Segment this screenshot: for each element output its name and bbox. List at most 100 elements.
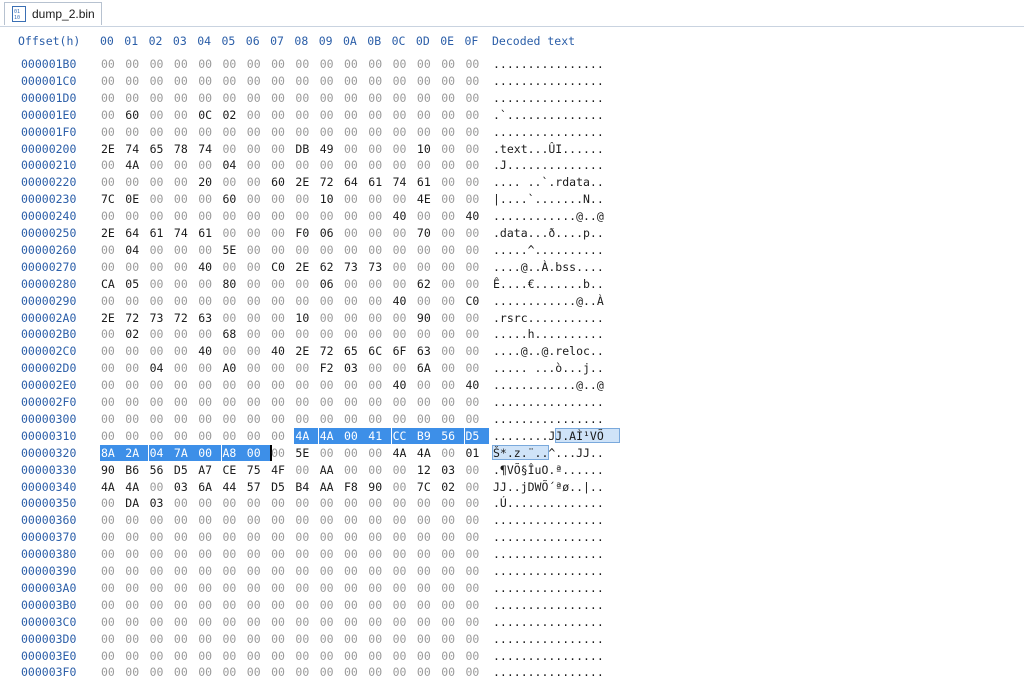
hex-byte[interactable]: 00: [246, 326, 270, 342]
hex-byte[interactable]: 00: [222, 141, 246, 157]
hex-byte[interactable]: 00: [294, 546, 318, 562]
hex-byte[interactable]: 00: [197, 73, 221, 89]
hex-byte[interactable]: 00: [319, 242, 343, 258]
hex-byte[interactable]: 00: [343, 326, 367, 342]
hex-byte[interactable]: 00: [465, 326, 489, 342]
hex-byte[interactable]: 00: [294, 73, 318, 89]
hex-byte[interactable]: 80: [222, 276, 246, 292]
hex-byte[interactable]: 6A: [416, 360, 440, 376]
hex-byte[interactable]: 00: [173, 242, 197, 258]
hex-byte[interactable]: 00: [197, 597, 221, 613]
hex-byte[interactable]: 00: [197, 546, 221, 562]
hex-byte[interactable]: 00: [392, 276, 416, 292]
hex-byte[interactable]: 00: [440, 191, 464, 207]
hex-byte[interactable]: 00: [149, 157, 173, 173]
hex-byte[interactable]: 00: [319, 293, 343, 309]
hex-byte[interactable]: 00: [294, 529, 318, 545]
hex-row[interactable]: 00000260 00 04 00 00 00 5E 00 00 00 00 00 00 00 00 00 00…: [0, 242, 1024, 258]
hex-byte[interactable]: 73: [367, 259, 391, 275]
hex-byte[interactable]: 00: [465, 343, 489, 359]
hex-byte[interactable]: 00: [465, 597, 489, 613]
hex-byte[interactable]: 00: [173, 107, 197, 123]
hex-byte[interactable]: CC: [391, 427, 416, 444]
hex-byte[interactable]: 00: [319, 124, 343, 140]
hex-byte[interactable]: 61: [197, 225, 221, 241]
hex-byte[interactable]: 00: [124, 73, 148, 89]
hex-row[interactable]: 000001C0 00 00 00 00 00 00 00 00 00 00 00 00 00 00 00 00…: [0, 73, 1024, 89]
hex-byte[interactable]: 00: [392, 546, 416, 562]
hex-byte[interactable]: 00: [173, 56, 197, 72]
hex-byte[interactable]: 00: [270, 124, 294, 140]
hex-byte[interactable]: 00: [319, 580, 343, 596]
hex-row[interactable]: 00000280 CA 05 00 00 00 80 00 00 00 06 00 00 00 62 00 00…: [0, 276, 1024, 292]
hex-byte[interactable]: 4E: [416, 191, 440, 207]
hex-byte[interactable]: 40: [465, 208, 489, 224]
hex-byte[interactable]: 00: [246, 310, 270, 326]
hex-byte[interactable]: 00: [246, 293, 270, 309]
hex-row[interactable]: 00000220 00 00 00 00 20 00 00 60 2E 72 64 61 74 61 00 00…: [0, 174, 1024, 190]
hex-byte[interactable]: 00: [149, 377, 173, 393]
hex-row[interactable]: 000001E0 00 60 00 00 0C 02 00 00 00 00 00 00 00 00 00 00…: [0, 107, 1024, 123]
decoded-text[interactable]: ................: [493, 411, 604, 427]
hex-byte[interactable]: 20: [197, 174, 221, 190]
hex-byte[interactable]: 00: [270, 377, 294, 393]
hex-byte[interactable]: 00: [294, 360, 318, 376]
decoded-text[interactable]: Ê....€.......b..: [493, 276, 604, 292]
hex-byte[interactable]: 00: [416, 73, 440, 89]
hex-byte[interactable]: 00: [392, 124, 416, 140]
hex-byte[interactable]: 00: [124, 428, 148, 444]
hex-byte[interactable]: 00: [367, 157, 391, 173]
hex-byte[interactable]: 4A: [318, 427, 343, 444]
hex-row[interactable]: 00000390 00 00 00 00 00 00 00 00 00 00 00 00 00 00 00 00…: [0, 563, 1024, 579]
hex-byte[interactable]: 64: [343, 174, 367, 190]
hex-byte[interactable]: 00: [149, 208, 173, 224]
hex-row[interactable]: 000002A0 2E 72 73 72 63 00 00 00 10 00 00 00 00 90 00 00…: [0, 310, 1024, 326]
hex-byte[interactable]: 40: [270, 343, 294, 359]
hex-byte[interactable]: 00: [440, 157, 464, 173]
hex-byte[interactable]: 00: [100, 293, 124, 309]
hex-byte[interactable]: 00: [149, 546, 173, 562]
hex-byte[interactable]: 00: [149, 597, 173, 613]
hex-byte[interactable]: 5E: [294, 445, 318, 461]
hex-byte[interactable]: 00: [100, 546, 124, 562]
hex-byte[interactable]: 61: [416, 174, 440, 190]
hex-byte[interactable]: 00: [294, 597, 318, 613]
hex-byte[interactable]: 00: [246, 107, 270, 123]
hex-byte[interactable]: 00: [343, 225, 367, 241]
hex-byte[interactable]: 00: [416, 563, 440, 579]
hex-byte[interactable]: 00: [270, 90, 294, 106]
decoded-text[interactable]: .data...ð....p..: [493, 225, 604, 241]
hex-row[interactable]: 000001F0 00 00 00 00 00 00 00 00 00 00 00 00 00 00 00 00…: [0, 124, 1024, 140]
hex-byte[interactable]: 5E: [222, 242, 246, 258]
hex-byte[interactable]: 00: [173, 512, 197, 528]
hex-byte[interactable]: 00: [392, 563, 416, 579]
hex-row[interactable]: 00000360 00 00 00 00 00 00 00 00 00 00 00 00 00 00 00 00…: [0, 512, 1024, 528]
hex-byte[interactable]: 00: [173, 664, 197, 680]
hex-byte[interactable]: 00: [270, 428, 294, 444]
hex-byte[interactable]: C0: [465, 293, 489, 309]
hex-byte[interactable]: 00: [173, 326, 197, 342]
hex-row[interactable]: 00000210 00 4A 00 00 00 04 00 00 00 00 00 00 00 00 00 00…: [0, 157, 1024, 173]
hex-byte[interactable]: A7: [197, 462, 221, 478]
hex-byte[interactable]: 00: [319, 563, 343, 579]
hex-byte[interactable]: 2E: [100, 225, 124, 241]
hex-row[interactable]: 00000300 00 00 00 00 00 00 00 00 00 00 00 00 00 00 00 00…: [0, 411, 1024, 427]
hex-byte[interactable]: 00: [465, 546, 489, 562]
hex-byte[interactable]: 00: [246, 495, 270, 511]
hex-byte[interactable]: 10: [319, 191, 343, 207]
hex-byte[interactable]: 00: [100, 529, 124, 545]
hex-byte[interactable]: 57: [246, 479, 270, 495]
hex-byte[interactable]: 00: [124, 377, 148, 393]
hex-byte[interactable]: 2E: [294, 259, 318, 275]
hex-byte[interactable]: 00: [367, 242, 391, 258]
decoded-text[interactable]: ................: [493, 614, 604, 630]
hex-byte[interactable]: 00: [149, 563, 173, 579]
hex-byte[interactable]: 00: [246, 428, 270, 444]
hex-byte[interactable]: 00: [343, 580, 367, 596]
hex-byte[interactable]: 00: [173, 411, 197, 427]
hex-byte[interactable]: 00: [440, 529, 464, 545]
hex-byte[interactable]: D5: [270, 479, 294, 495]
hex-byte[interactable]: 00: [100, 208, 124, 224]
hex-byte[interactable]: 00: [294, 394, 318, 410]
hex-byte[interactable]: 00: [416, 580, 440, 596]
